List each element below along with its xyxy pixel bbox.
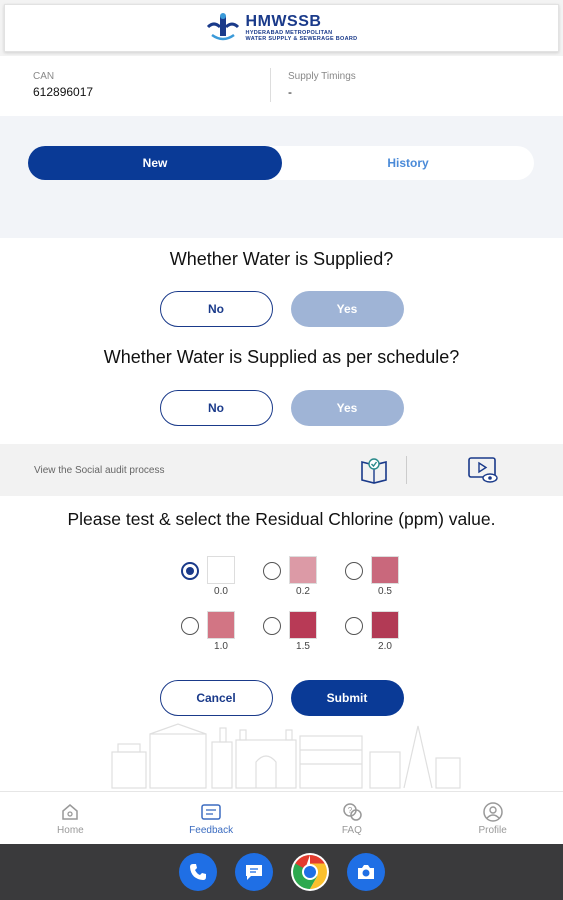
q1-no-button[interactable]: No	[159, 291, 273, 327]
chlorine-label: 1.5	[296, 641, 310, 652]
tab-history[interactable]: History	[282, 146, 534, 180]
phone-icon[interactable]	[178, 853, 217, 891]
profile-icon	[482, 801, 504, 823]
question-1-options: No Yes	[0, 291, 563, 327]
chlorine-row-1: 0.0 0.2 0.5	[181, 556, 401, 597]
city-skyline-illustration	[111, 723, 461, 789]
chlorine-label: 1.0	[214, 641, 228, 652]
hmwssb-logo: HMWSSB HYDERABAD METROPOLITAN WATER SUPP…	[206, 13, 358, 43]
feedback-icon	[200, 801, 222, 823]
nav-item-profile[interactable]: Profile	[422, 792, 563, 844]
chrome-icon[interactable]	[290, 853, 329, 891]
submit-button[interactable]: Submit	[290, 680, 404, 716]
chlorine-radio-2-0[interactable]	[345, 617, 363, 635]
nav-item-home[interactable]: Home	[0, 792, 141, 844]
nav-label-profile: Profile	[478, 824, 507, 836]
chlorine-label: 0.2	[296, 586, 310, 597]
q2-yes-button[interactable]: Yes	[290, 390, 404, 426]
chlorine-label: 2.0	[378, 641, 392, 652]
chlorine-swatch	[371, 611, 399, 639]
bottom-navigation: Home Feedback ? FAQ Profile	[0, 791, 563, 844]
q2-no-button[interactable]: No	[159, 390, 273, 426]
audit-video-icon[interactable]	[467, 455, 499, 485]
question-supplied-per-schedule: Whether Water is Supplied as per schedul…	[103, 347, 460, 367]
hmwssb-logo-icon	[206, 13, 239, 41]
chlorine-swatch	[289, 556, 317, 584]
question-water-supplied: Whether Water is Supplied?	[169, 249, 394, 269]
chlorine-label: 0.5	[378, 586, 392, 597]
chlorine-option[interactable]: 0.0	[181, 556, 237, 597]
home-icon	[59, 801, 81, 823]
can-field: CAN 612896017	[0, 64, 270, 116]
chlorine-option[interactable]: 0.2	[263, 556, 319, 597]
chlorine-radio-0-2[interactable]	[263, 562, 281, 580]
nav-label-feedback: Feedback	[189, 824, 234, 836]
chlorine-option[interactable]: 1.5	[263, 611, 319, 652]
cancel-button[interactable]: Cancel	[159, 680, 273, 716]
chlorine-radio-0-5[interactable]	[345, 562, 363, 580]
chlorine-title: Please test & select the Residual Chlori…	[67, 509, 496, 529]
nav-item-faq[interactable]: ? FAQ	[282, 792, 423, 844]
tabs-area: New History	[0, 116, 563, 238]
header-card: HMWSSB HYDERABAD METROPOLITAN WATER SUPP…	[4, 4, 559, 52]
nav-item-feedback[interactable]: Feedback	[141, 792, 282, 844]
chlorine-options: 0.0 0.2 0.5 1.0 1.5 2.0	[181, 556, 401, 666]
chlorine-option[interactable]: 2.0	[345, 611, 401, 652]
chlorine-label: 0.0	[214, 586, 228, 597]
chlorine-option[interactable]: 0.5	[345, 556, 401, 597]
logo-subtitle-2: WATER SUPPLY & SEWERAGE BOARD	[245, 36, 358, 42]
nav-label-faq: FAQ	[341, 824, 362, 836]
supply-timings-label: Supply Timings	[288, 71, 356, 82]
tab-new[interactable]: New	[28, 146, 282, 180]
android-dock	[0, 844, 563, 900]
can-value: 612896017	[33, 85, 94, 99]
camera-icon[interactable]	[346, 853, 385, 891]
app-header: HMWSSB HYDERABAD METROPOLITAN WATER SUPP…	[0, 0, 563, 56]
chlorine-radio-0-0[interactable]	[181, 562, 199, 580]
chlorine-option[interactable]: 1.0	[181, 611, 237, 652]
form-actions: Cancel Submit	[0, 680, 563, 716]
messages-icon[interactable]	[234, 853, 273, 891]
social-audit-bar: View the Social audit process	[0, 444, 563, 496]
social-audit-text: View the Social audit process	[34, 464, 165, 476]
supply-timings-value: -	[288, 85, 292, 99]
question-2-options: No Yes	[0, 390, 563, 426]
faq-icon: ?	[341, 801, 363, 823]
tab-bar: New History	[28, 146, 534, 180]
chlorine-swatch	[207, 611, 235, 639]
chlorine-row-2: 1.0 1.5 2.0	[181, 611, 401, 652]
audit-divider	[406, 456, 407, 484]
svg-text:?: ?	[348, 806, 353, 815]
chlorine-swatch	[289, 611, 317, 639]
account-info-row: CAN 612896017 Supply Timings -	[0, 64, 563, 116]
chlorine-swatch	[207, 556, 235, 584]
chlorine-radio-1-5[interactable]	[263, 617, 281, 635]
chlorine-swatch	[371, 556, 399, 584]
audit-book-icon[interactable]	[358, 455, 390, 485]
nav-label-home: Home	[57, 824, 84, 836]
logo-title: HMWSSB	[245, 12, 322, 30]
chlorine-radio-1-0[interactable]	[181, 617, 199, 635]
supply-timings-field: Supply Timings -	[270, 68, 540, 102]
q1-yes-button[interactable]: Yes	[290, 291, 404, 327]
can-label: CAN	[33, 71, 55, 82]
